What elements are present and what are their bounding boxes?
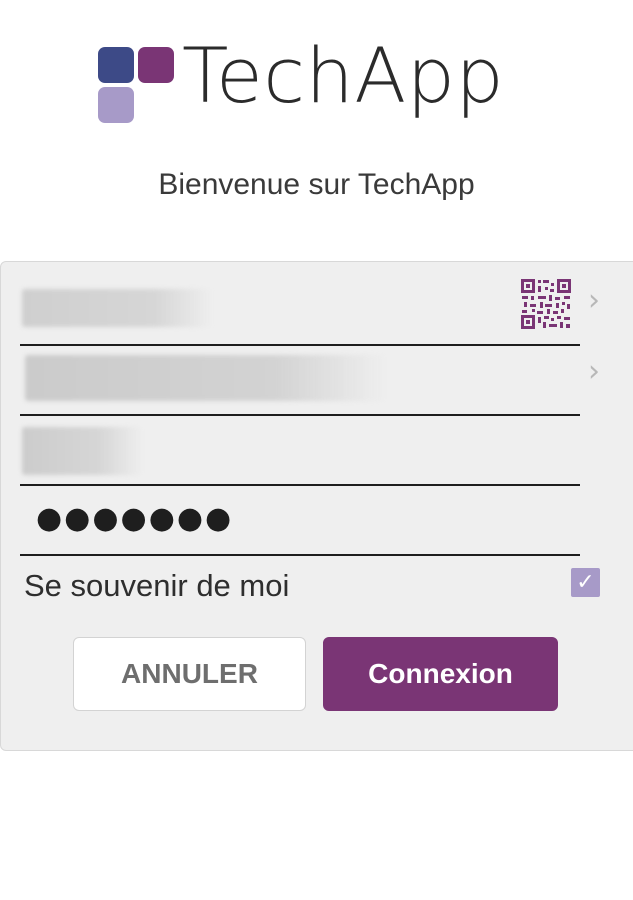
- organization-field[interactable]: [20, 347, 580, 416]
- logo-square-purple: [138, 47, 174, 83]
- qr-code-icon[interactable]: [520, 278, 572, 330]
- server-field[interactable]: [20, 281, 580, 346]
- welcome-heading: Bienvenue sur TechApp: [158, 168, 475, 201]
- logo-square-lavender: [98, 87, 134, 123]
- login-button[interactable]: Connexion: [323, 637, 558, 711]
- cancel-button[interactable]: ANNULER: [73, 637, 306, 711]
- chevron-right-icon[interactable]: ›: [588, 357, 600, 387]
- redacted-server-value: [22, 289, 212, 327]
- password-mask: ●●●●●●●: [36, 501, 234, 536]
- remember-me-checkbox[interactable]: ✓: [571, 568, 600, 597]
- redacted-username-value: [22, 427, 142, 475]
- checkmark-icon: ✓: [576, 570, 595, 595]
- chevron-right-icon[interactable]: ›: [588, 286, 600, 316]
- logo-square-blue: [98, 47, 134, 83]
- password-field[interactable]: ●●●●●●●: [20, 487, 580, 556]
- app-logo: TechApp: [98, 38, 548, 124]
- logo-text: TechApp: [182, 31, 505, 120]
- remember-me-label[interactable]: Se souvenir de moi: [24, 568, 289, 604]
- redacted-organization-value: [25, 355, 385, 401]
- username-field[interactable]: [20, 417, 580, 486]
